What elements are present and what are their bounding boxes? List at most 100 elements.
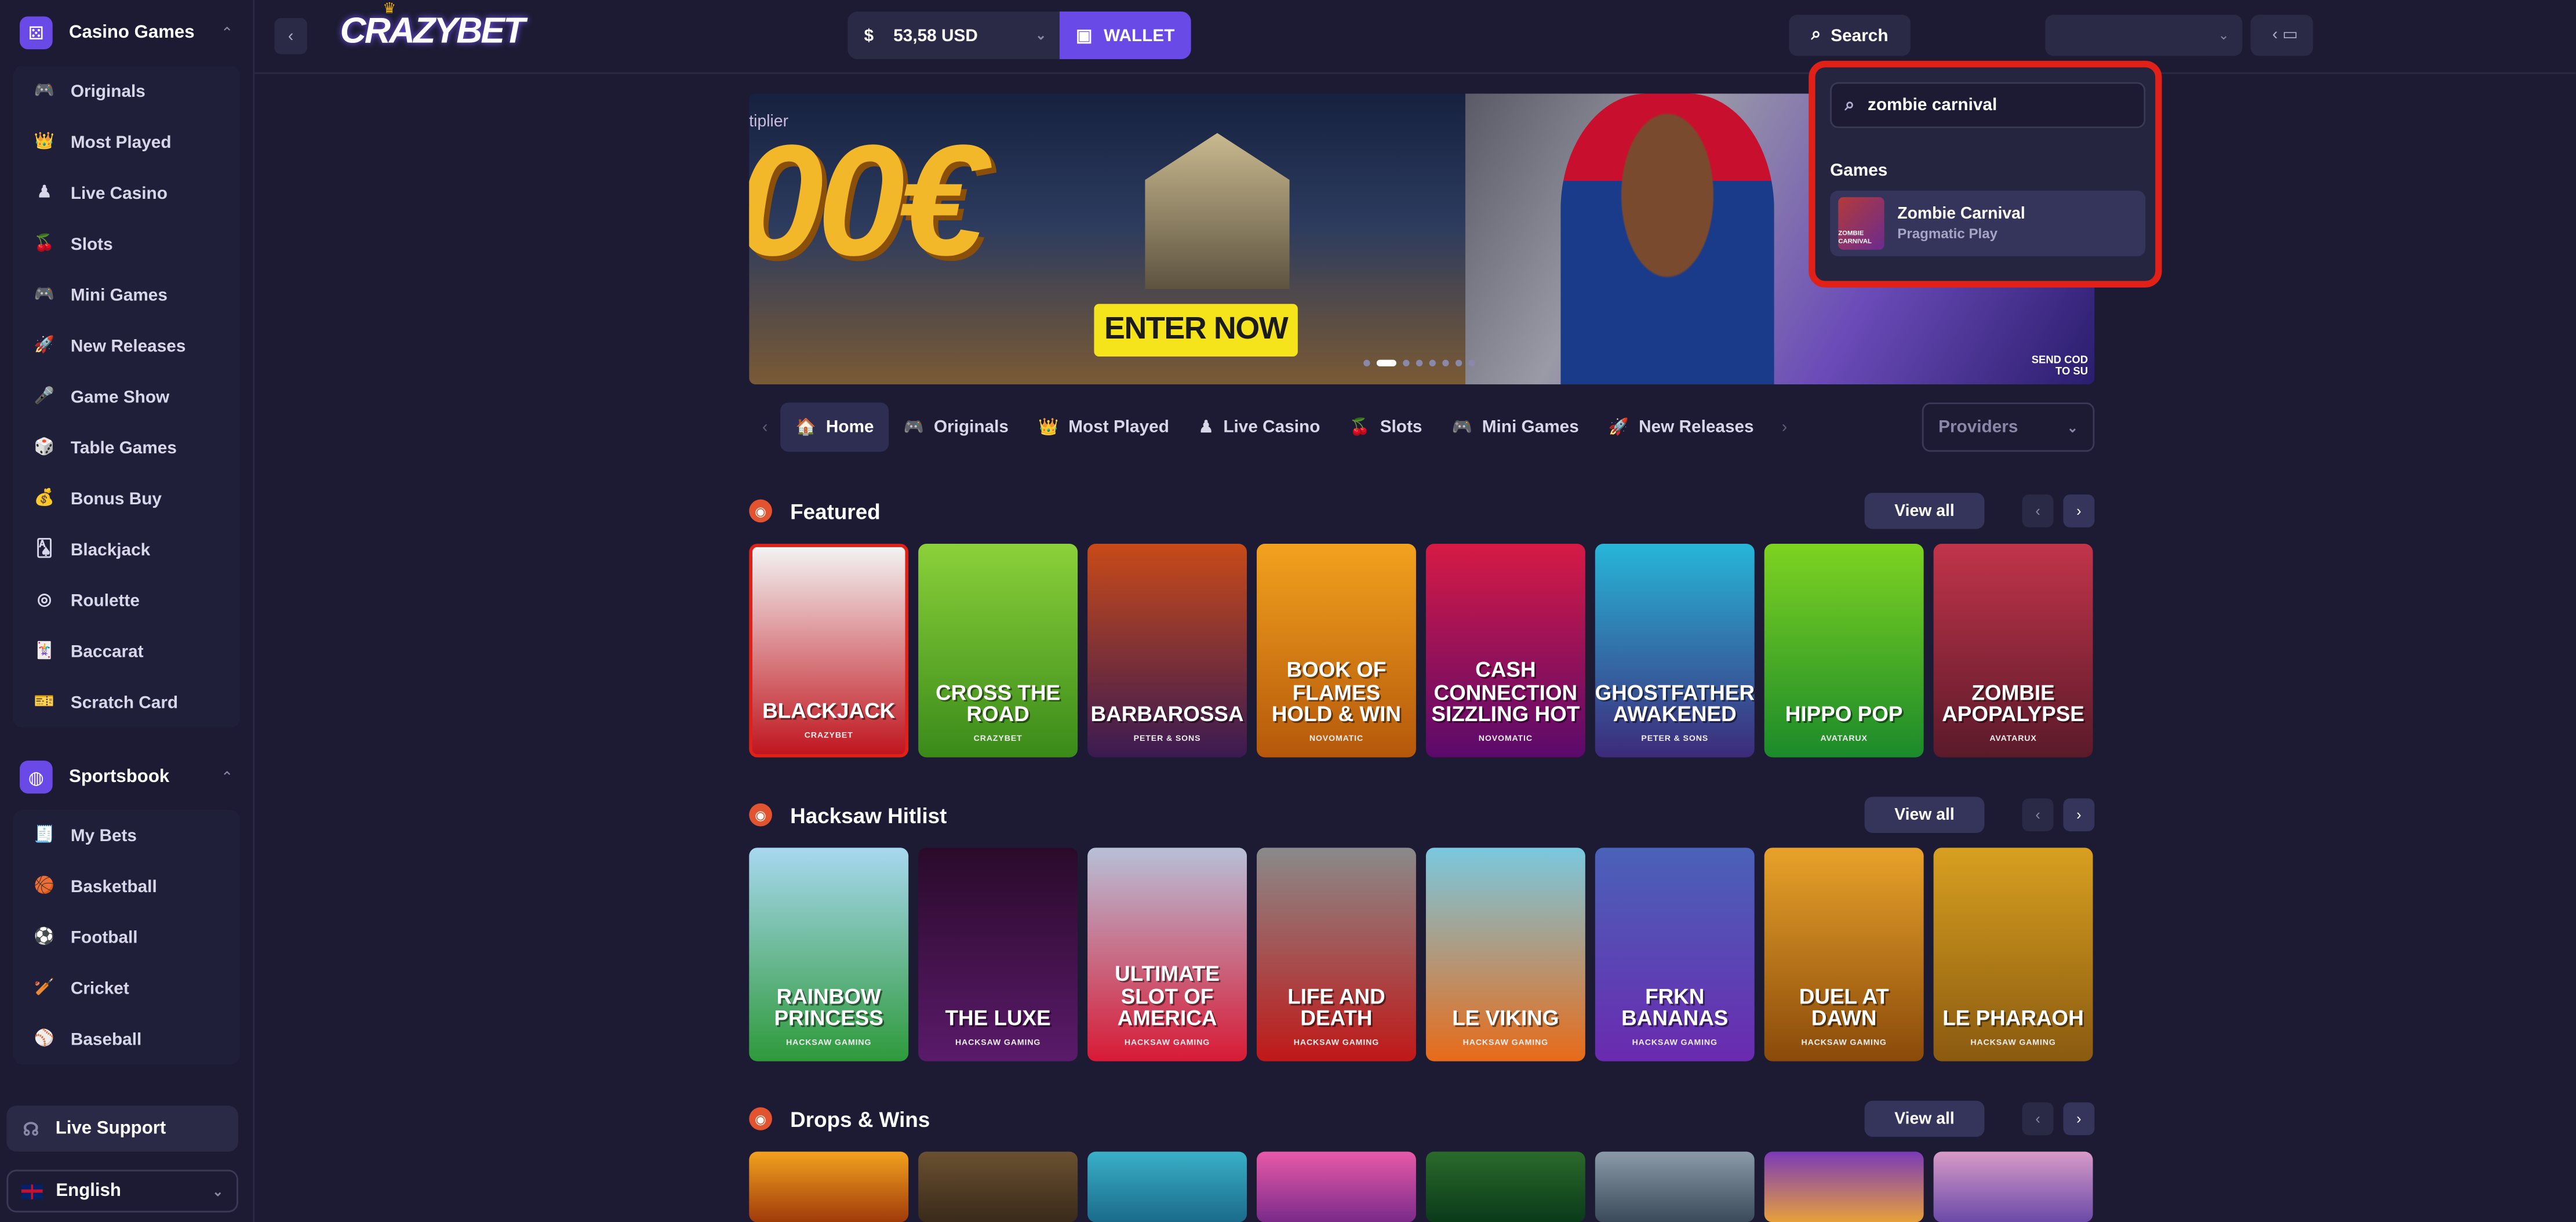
- game-card[interactable]: [918, 1151, 1078, 1222]
- game-provider: AVATARUX: [1989, 734, 2037, 744]
- home-icon: 🏠: [795, 418, 816, 437]
- uk-flag-icon: [21, 1183, 43, 1199]
- sidebar-item-football[interactable]: ⚽ Football: [13, 912, 240, 963]
- view-all-button[interactable]: View all: [1864, 1100, 1985, 1137]
- chevron-right-icon[interactable]: ›: [2063, 494, 2095, 528]
- sidebar-item-bonus-buy[interactable]: 💰 Bonus Buy: [13, 473, 240, 524]
- sportsbook-header[interactable]: ◍ Sportsbook ⌃: [6, 744, 246, 810]
- tab-home[interactable]: 🏠 Home: [781, 402, 889, 452]
- sidebar-item-roulette[interactable]: ◎ Roulette: [13, 575, 240, 626]
- tab-new-releases[interactable]: 🚀 New Releases: [1593, 402, 1769, 452]
- sidebar-item-originals[interactable]: 🎮 Originals: [13, 66, 240, 117]
- sidebar-item-baseball[interactable]: ⚾ Baseball: [13, 1014, 240, 1065]
- chevron-left-icon[interactable]: ‹: [2022, 494, 2054, 528]
- carousel-dot[interactable]: [1416, 359, 1423, 366]
- carousel-dot[interactable]: [1403, 359, 1410, 366]
- tab-live-casino[interactable]: ♟ Live Casino: [1184, 402, 1334, 452]
- chevron-left-icon[interactable]: ‹: [2022, 798, 2054, 832]
- sidebar-item-mini-games[interactable]: 🎮 Mini Games: [13, 270, 240, 321]
- carousel-dot[interactable]: [1376, 359, 1396, 366]
- game-card[interactable]: HIPPO POP AVATARUX: [1764, 544, 1924, 758]
- game-provider: HACKSAW GAMING: [1632, 1038, 1718, 1049]
- game-card[interactable]: [1764, 1151, 1924, 1222]
- wallet-button[interactable]: ▣ WALLET: [1059, 11, 1191, 60]
- sidebar-item-scratch-card[interactable]: 🎫 Scratch Card: [13, 677, 240, 728]
- game-card[interactable]: LE VIKING HACKSAW GAMING: [1425, 848, 1585, 1061]
- game-card[interactable]: RAINBOW PRINCESS HACKSAW GAMING: [749, 848, 909, 1061]
- section-icon: ◉: [749, 1107, 772, 1130]
- game-card[interactable]: FRKN BANANAS HACKSAW GAMING: [1595, 848, 1755, 1061]
- game-card[interactable]: THE LUXE HACKSAW GAMING: [918, 848, 1078, 1061]
- carousel-dot[interactable]: [1363, 359, 1370, 366]
- live-support-button[interactable]: ☊ Live Support: [6, 1105, 238, 1152]
- chat-toggle-button[interactable]: ‹ ▭: [2257, 14, 2313, 56]
- search-result-item[interactable]: ZOMBIE CARNIVAL Zombie Carnival Pragmati…: [1830, 190, 2146, 257]
- game-card[interactable]: [1595, 1151, 1755, 1222]
- game-card[interactable]: [1933, 1151, 2093, 1222]
- carousel-dot[interactable]: [1455, 359, 1462, 366]
- balance-selector[interactable]: $ 53,58 USD ⌄: [847, 11, 1060, 60]
- providers-dropdown[interactable]: Providers ⌄: [1922, 402, 2095, 452]
- collapse-sidebar-button[interactable]: ‹: [274, 18, 307, 54]
- sidebar-item-label: Football: [70, 927, 138, 947]
- game-row: RAINBOW PRINCESS HACKSAW GAMING THE LUXE HA…: [749, 848, 2094, 1061]
- sidebar-item-game-show[interactable]: 🎤 Game Show: [13, 371, 240, 422]
- language-select[interactable]: English ⌄: [6, 1169, 238, 1213]
- chevron-up-icon[interactable]: ⌃: [221, 24, 233, 42]
- game-card[interactable]: [1425, 1151, 1585, 1222]
- tab-slots[interactable]: 🍒 Slots: [1335, 402, 1437, 452]
- crazybet-logo[interactable]: CRAZYBET: [340, 10, 526, 53]
- new-releases-icon: 🚀: [34, 336, 55, 355]
- tabs-left-arrow[interactable]: ‹: [749, 418, 781, 436]
- tabs-right-arrow[interactable]: ›: [1769, 418, 1800, 436]
- search-button[interactable]: ⌕ Search: [1789, 14, 1911, 56]
- currency-symbol: $: [864, 25, 874, 45]
- game-card[interactable]: DUEL AT DAWN HACKSAW GAMING: [1764, 848, 1924, 1061]
- sidebar-item-blackjack[interactable]: 🂡 Blackjack: [13, 524, 240, 575]
- sidebar-item-basketball[interactable]: 🏀 Basketball: [13, 861, 240, 912]
- game-card[interactable]: ZOMBIE APOPALYPSE AVATARUX: [1933, 544, 2093, 758]
- carousel-dot[interactable]: [1429, 359, 1436, 366]
- game-card[interactable]: GHOSTFATHER AWAKENED PETER & SONS: [1595, 544, 1755, 758]
- chevron-right-icon[interactable]: ›: [2063, 798, 2095, 832]
- game-card[interactable]: ULTIMATE SLOT OF AMERICA HACKSAW GAMING: [1087, 848, 1247, 1061]
- chevron-right-icon[interactable]: ›: [2063, 1102, 2095, 1136]
- search-label: Search: [1831, 25, 1889, 45]
- game-card[interactable]: LIFE AND DEATH HACKSAW GAMING: [1257, 848, 1416, 1061]
- game-card[interactable]: CASH CONNECTION SIZZLING HOT NOVOMATIC: [1425, 544, 1585, 758]
- game-title: ZOMBIE APOPALYPSE: [1942, 679, 2084, 727]
- sidebar-item-live-casino[interactable]: ♟ Live Casino: [13, 168, 240, 219]
- view-all-button[interactable]: View all: [1864, 797, 1985, 833]
- game-card[interactable]: BARBAROSSA PETER & SONS: [1087, 544, 1247, 758]
- carousel-dot[interactable]: [1468, 359, 1475, 366]
- game-card[interactable]: BLACKJACK CRAZYBET: [749, 544, 909, 758]
- sidebar-item-most-played[interactable]: 👑 Most Played: [13, 117, 240, 168]
- originals-icon: 🎮: [903, 418, 924, 437]
- tab-label: New Releases: [1639, 417, 1754, 437]
- game-card[interactable]: [749, 1151, 909, 1222]
- search-input[interactable]: ⌕ zombie carnival: [1830, 82, 2146, 129]
- sidebar-item-slots[interactable]: 🍒 Slots: [13, 219, 240, 270]
- chevron-up-icon[interactable]: ⌃: [221, 768, 233, 786]
- view-all-button[interactable]: View all: [1864, 493, 1985, 529]
- game-card[interactable]: LE PHARAOH HACKSAW GAMING: [1933, 848, 2093, 1061]
- tab-mini-games[interactable]: 🎮 Mini Games: [1437, 402, 1593, 452]
- game-provider: HACKSAW GAMING: [1462, 1038, 1549, 1049]
- casino-games-header[interactable]: ⚄ Casino Games ⌃: [6, 0, 246, 66]
- cricket-icon: 🏏: [34, 979, 55, 998]
- chevron-left-icon[interactable]: ‹: [2022, 1102, 2054, 1136]
- tab-most-played[interactable]: 👑 Most Played: [1023, 402, 1184, 452]
- sidebar-item-table-games[interactable]: 🎲 Table Games: [13, 422, 240, 473]
- sidebar-item-cricket[interactable]: 🏏 Cricket: [13, 963, 240, 1014]
- enter-now-button[interactable]: ENTER NOW: [1094, 304, 1298, 357]
- account-menu[interactable]: ⌄: [2045, 14, 2243, 56]
- sidebar-item-new-releases[interactable]: 🚀 New Releases: [13, 321, 240, 372]
- game-card[interactable]: [1257, 1151, 1416, 1222]
- carousel-dot[interactable]: [1442, 359, 1449, 366]
- game-card[interactable]: CROSS THE ROAD CRAZYBET: [918, 544, 1078, 758]
- sidebar-item-my-bets[interactable]: 🧾 My Bets: [13, 810, 240, 861]
- game-card[interactable]: BOOK OF FLAMES HOLD & WIN NOVOMATIC: [1257, 544, 1416, 758]
- game-card[interactable]: [1087, 1151, 1247, 1222]
- tab-originals[interactable]: 🎮 Originals: [889, 402, 1023, 452]
- sidebar-item-baccarat[interactable]: 🃏 Baccarat: [13, 626, 240, 677]
